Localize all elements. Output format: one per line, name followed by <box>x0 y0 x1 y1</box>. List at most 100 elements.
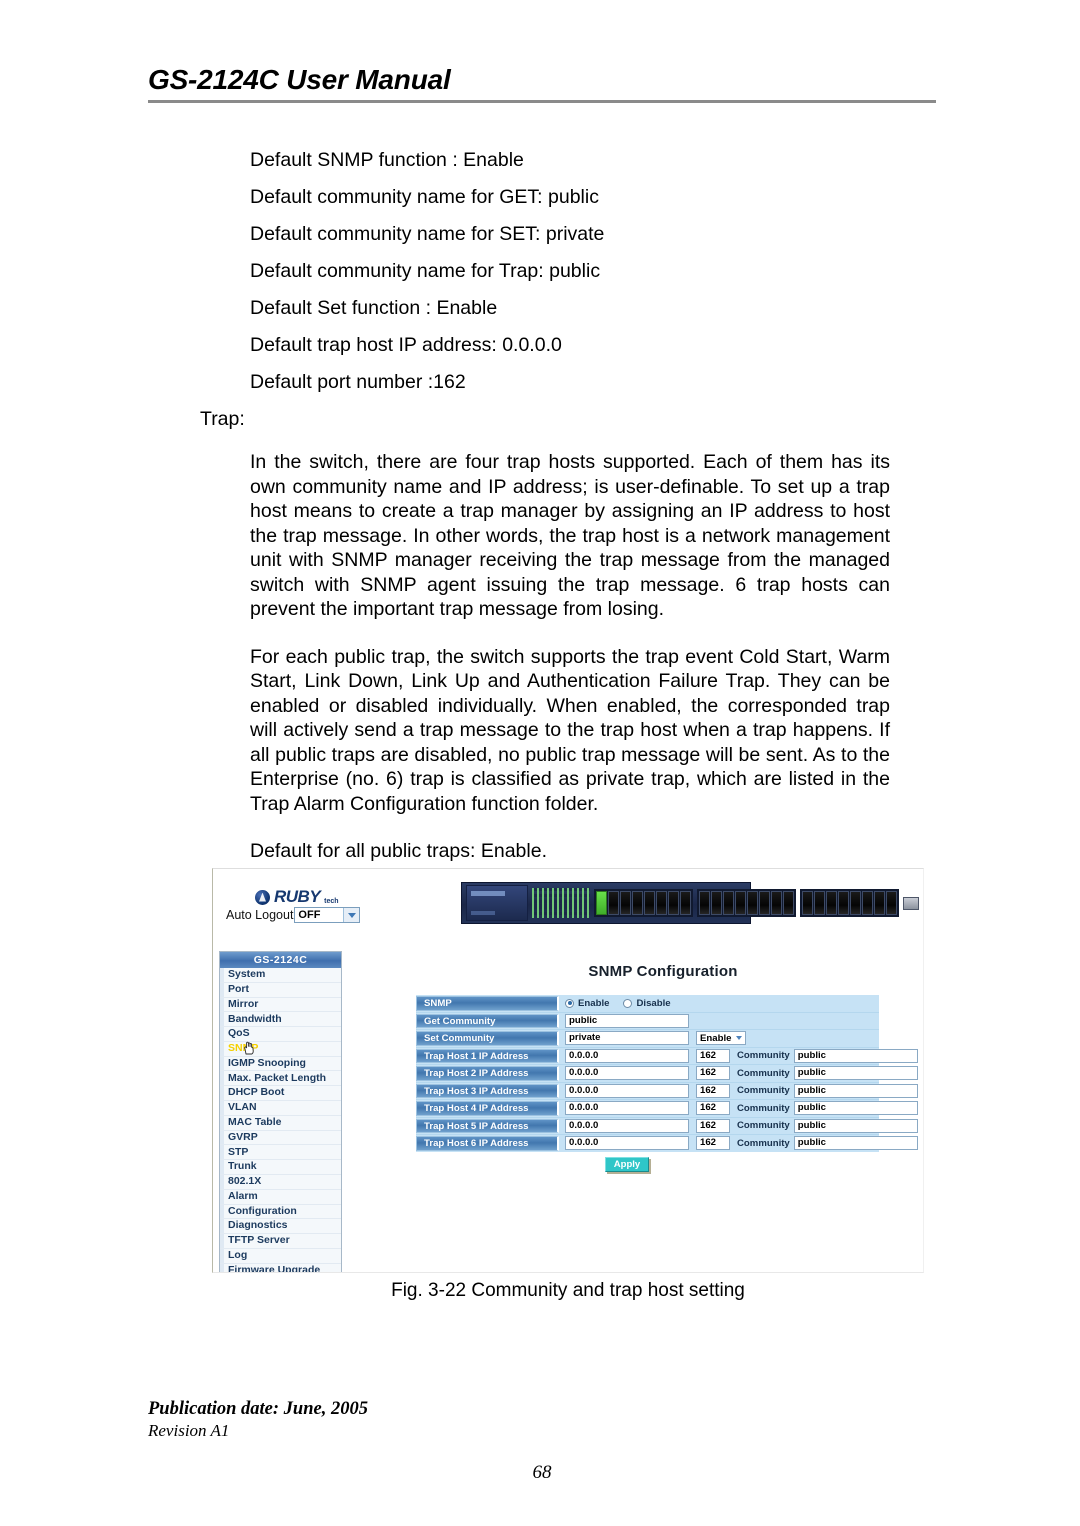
port <box>826 891 837 915</box>
port-group-3 <box>800 889 899 917</box>
table-row: Trap Host 6 IP Address 0.0.0.0 162 Commu… <box>416 1135 918 1152</box>
chevron-down-icon[interactable] <box>733 1032 745 1044</box>
port <box>838 891 849 915</box>
publication-date: Publication date: June, 2005 <box>148 1399 368 1419</box>
port <box>735 891 746 915</box>
sidebar-item-configuration[interactable]: Configuration <box>220 1204 341 1220</box>
header-divider <box>148 100 936 103</box>
sidebar-item-system[interactable]: System <box>220 968 341 983</box>
auto-logout-value: OFF <box>298 909 321 921</box>
list-item: Default SNMP function : Enable <box>250 149 524 171</box>
chevron-down-icon[interactable] <box>343 908 360 922</box>
port <box>862 891 873 915</box>
set-community-input[interactable]: private <box>565 1031 689 1046</box>
trap-host-5-community-input[interactable]: public <box>793 1118 918 1133</box>
paragraph-default-public-traps: Default for all public traps: Enable. <box>250 840 547 862</box>
trap-host-2-ip-input[interactable]: 0.0.0.0 <box>565 1066 689 1081</box>
trap-host-3-ip-input[interactable]: 0.0.0.0 <box>565 1083 689 1098</box>
table-row-set-community: Set Community private Enable <box>416 1030 879 1048</box>
port <box>759 891 770 915</box>
sidebar-item-mac-table[interactable]: MAC Table <box>220 1115 341 1131</box>
sidebar-item-igmp-snooping[interactable]: IGMP Snooping <box>220 1056 341 1072</box>
port-group-1 <box>594 889 693 917</box>
trap-host-6-ip-input[interactable]: 0.0.0.0 <box>565 1136 689 1151</box>
sidebar-item-vlan[interactable]: VLAN <box>220 1101 341 1116</box>
radio-unselected-icon[interactable] <box>623 998 633 1008</box>
trap-host-5-port-input[interactable]: 162 <box>696 1118 730 1133</box>
list-item: Default community name for Trap: public <box>250 260 601 282</box>
sfp-slot <box>903 896 919 910</box>
default-settings-list: Default SNMP function : Enable Default c… <box>200 142 940 401</box>
trap-host-2-community-label: Community <box>737 1067 790 1079</box>
port <box>644 891 655 915</box>
trap-host-6-community-input[interactable]: public <box>793 1136 918 1151</box>
sidebar-item-label: SNMP <box>228 1042 259 1055</box>
trap-host-2-community-input[interactable]: public <box>793 1066 918 1081</box>
radio-selected-icon[interactable] <box>565 998 574 1008</box>
sidebar-item-log[interactable]: Log <box>220 1248 341 1264</box>
port <box>711 891 722 915</box>
sfp-slot <box>923 897 924 910</box>
trap-host-3-port-input[interactable]: 162 <box>696 1083 730 1098</box>
screenshot-figure: RUBY tech Auto Logout OFF GS-2124C Syste… <box>212 868 924 1273</box>
trap-host-4-community-input[interactable]: public <box>793 1101 918 1116</box>
sidebar-item-bandwidth[interactable]: Bandwidth <box>220 1012 341 1028</box>
sidebar-item-mirror[interactable]: Mirror <box>220 997 341 1013</box>
port <box>656 891 667 915</box>
sidebar-item-alarm[interactable]: Alarm <box>220 1189 341 1205</box>
sidebar-item-802-1x[interactable]: 802.1X <box>220 1174 341 1190</box>
port <box>850 891 861 915</box>
port <box>874 891 885 915</box>
figure-caption: Fig. 3-22 Community and trap host settin… <box>391 1280 745 1301</box>
trap-host-1-ip-input[interactable]: 0.0.0.0 <box>565 1048 689 1063</box>
get-community-input[interactable]: public <box>565 1013 689 1028</box>
trap-host-4-port-input[interactable]: 162 <box>696 1101 730 1116</box>
trap-host-2-port-input[interactable]: 162 <box>696 1066 730 1081</box>
set-community-mode-select[interactable]: Enable <box>696 1031 746 1046</box>
sidebar-item-port[interactable]: Port <box>220 982 341 998</box>
table-row: Trap Host 4 IP Address 0.0.0.0 162 Commu… <box>416 1100 918 1118</box>
snmp-enable-option[interactable]: Enable <box>565 998 609 1009</box>
row-value-set-community: private Enable <box>559 1031 879 1046</box>
row-label-trap-host-2: Trap Host 2 IP Address <box>416 1066 559 1081</box>
sidebar-item-gvrp[interactable]: GVRP <box>220 1130 341 1146</box>
sidebar-item-snmp[interactable]: SNMP <box>220 1041 341 1057</box>
port <box>668 891 679 915</box>
sidebar-item-dhcp-boot[interactable]: DHCP Boot <box>220 1086 341 1102</box>
sidebar-item-firmware-upgrade[interactable]: Firmware Upgrade <box>220 1263 341 1272</box>
sidebar-item-tftp-server[interactable]: TFTP Server <box>220 1234 341 1249</box>
sidebar-item-qos[interactable]: QoS <box>220 1027 341 1042</box>
row-label-trap-host-3: Trap Host 3 IP Address <box>416 1083 559 1098</box>
page-header: GS-2124C User Manual <box>148 66 936 103</box>
row-value-snmp: Enable Disable <box>559 998 879 1009</box>
port <box>596 891 607 915</box>
table-row: Trap Host 1 IP Address 0.0.0.0 162 Commu… <box>416 1048 918 1065</box>
row-value-trap-host-3: 0.0.0.0 162 Community public <box>559 1083 918 1098</box>
trap-host-6-port-input[interactable]: 162 <box>696 1136 730 1151</box>
sidebar-item-max-packet-length[interactable]: Max. Packet Length <box>220 1071 341 1087</box>
row-label-get-community: Get Community <box>416 1013 559 1028</box>
auto-logout-control[interactable]: Auto Logout OFF <box>226 907 361 923</box>
trap-host-1-port-input[interactable]: 162 <box>696 1048 730 1063</box>
row-label-trap-host-5: Trap Host 5 IP Address <box>416 1118 559 1133</box>
sidebar-item-stp[interactable]: STP <box>220 1145 341 1161</box>
figure-block: RUBY tech Auto Logout OFF GS-2124C Syste… <box>212 868 924 1301</box>
auto-logout-select[interactable]: OFF <box>294 907 361 923</box>
trap-host-5-community-label: Community <box>737 1120 790 1132</box>
sidebar-item-diagnostics[interactable]: Diagnostics <box>220 1219 341 1235</box>
table-row-snmp: SNMP Enable Disable <box>416 995 879 1013</box>
sidebar-item-trunk[interactable]: Trunk <box>220 1160 341 1175</box>
port <box>771 891 782 915</box>
snmp-disable-label: Disable <box>636 997 671 1009</box>
trap-host-1-community-input[interactable]: public <box>793 1048 918 1063</box>
trap-host-3-community-input[interactable]: public <box>793 1083 918 1098</box>
list-item: Default port number :162 <box>250 371 466 393</box>
trap-host-4-ip-input[interactable]: 0.0.0.0 <box>565 1101 689 1116</box>
sidebar-menu: GS-2124C System Port Mirror Bandwidth Qo… <box>219 951 342 1272</box>
trap-host-5-ip-input[interactable]: 0.0.0.0 <box>565 1118 689 1133</box>
row-value-trap-host-2: 0.0.0.0 162 Community public <box>559 1066 918 1081</box>
section-heading-trap: Trap: <box>200 408 245 430</box>
snmp-disable-option[interactable]: Disable <box>623 997 671 1009</box>
apply-button[interactable]: Apply <box>605 1157 649 1172</box>
snmp-radio-group[interactable]: Enable Disable <box>565 998 671 1009</box>
